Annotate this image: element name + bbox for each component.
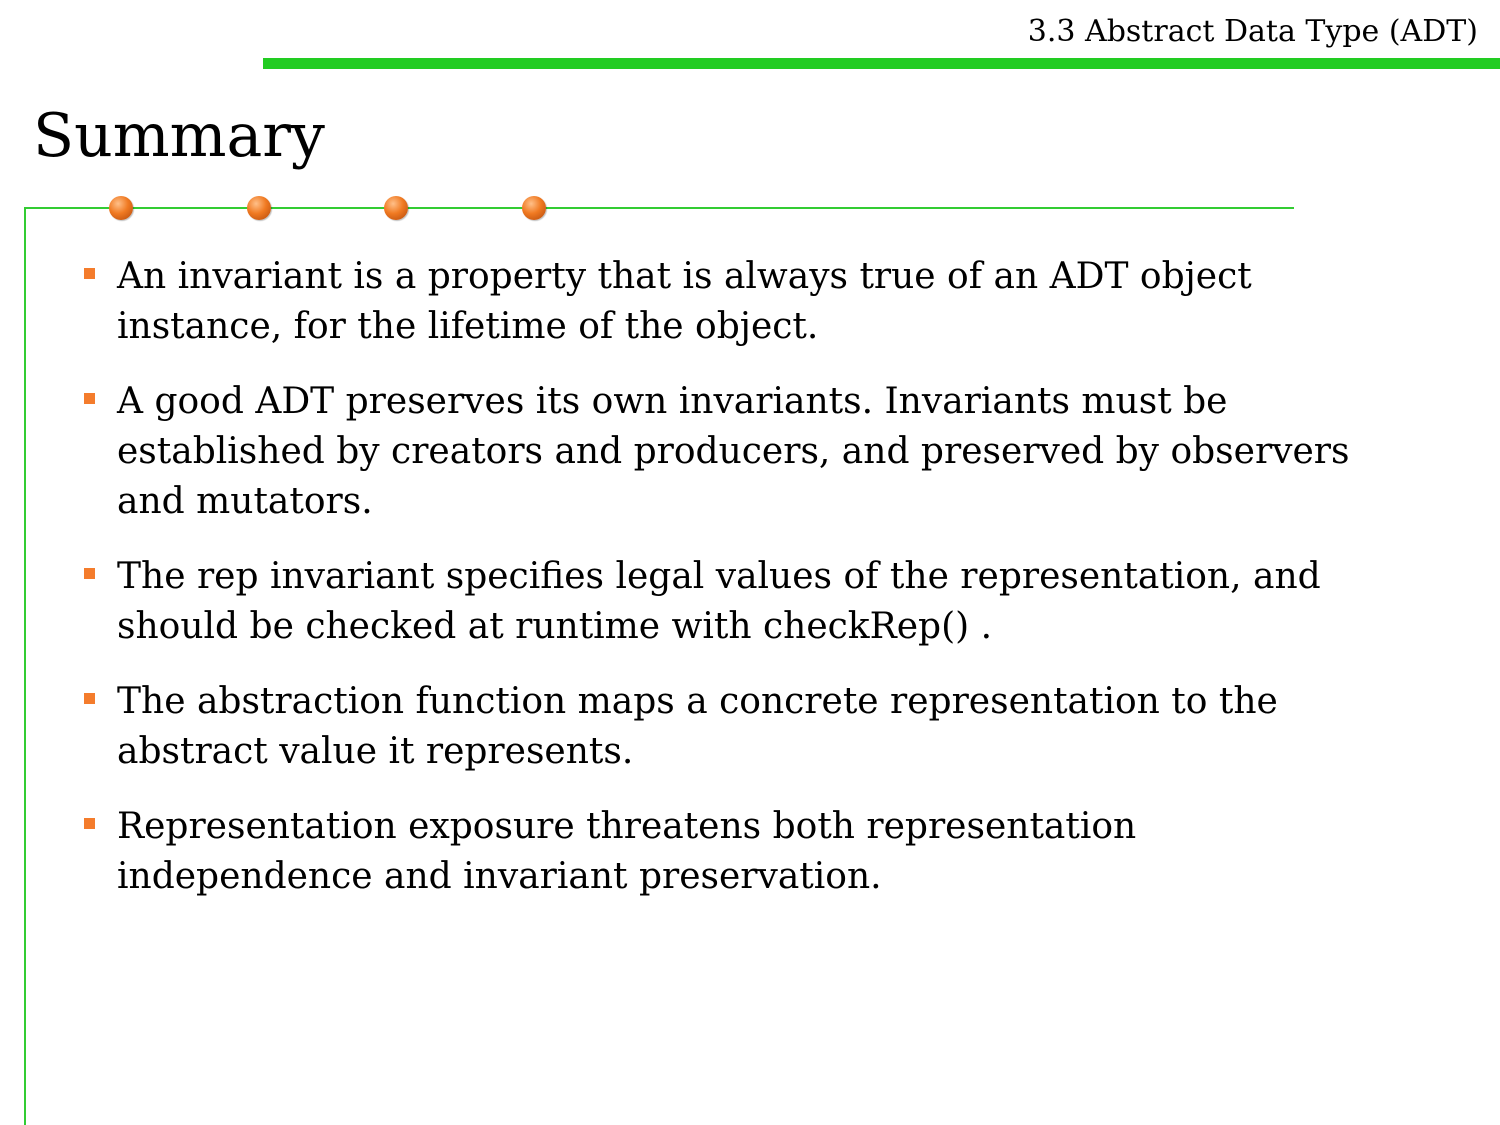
bullet-line: The rep invariant specifies legal values… xyxy=(117,556,1321,597)
bullet-line: abstract value it represents. xyxy=(117,731,634,772)
bullet-item: The rep invariant specifies legal values… xyxy=(82,552,1382,652)
bullet-square-icon xyxy=(84,568,95,579)
frame-left-line xyxy=(24,207,26,1125)
bullet-line: Representation exposure threatens both r… xyxy=(117,806,1137,847)
section-title: 3.3 Abstract Data Type (ADT) xyxy=(1027,14,1478,49)
bullet-item: A good ADT preserves its own invariants.… xyxy=(82,377,1382,527)
bullet-item: The abstraction function maps a concrete… xyxy=(82,677,1382,777)
decorative-dot-1 xyxy=(109,196,133,220)
bullet-square-icon xyxy=(84,268,95,279)
bullet-item: Representation exposure threatens both r… xyxy=(82,802,1382,902)
bullet-line: A good ADT preserves its own invariants.… xyxy=(117,381,1228,422)
bullet-line: independence and invariant preservation. xyxy=(117,856,882,897)
decorative-dot-4 xyxy=(522,196,546,220)
decorative-dot-2 xyxy=(247,196,271,220)
decorative-dot-3 xyxy=(384,196,408,220)
bullet-square-icon xyxy=(84,393,95,404)
bullet-line: instance, for the lifetime of the object… xyxy=(117,306,819,347)
page-title: Summary xyxy=(33,101,325,171)
bullet-list: An invariant is a property that is alway… xyxy=(82,252,1382,927)
bullet-square-icon xyxy=(84,693,95,704)
bullet-line: An invariant is a property that is alway… xyxy=(117,256,1252,297)
bullet-line: established by creators and producers, a… xyxy=(117,431,1350,472)
bullet-item: An invariant is a property that is alway… xyxy=(82,252,1382,352)
frame-top-line xyxy=(24,207,1294,209)
bullet-line: and mutators. xyxy=(117,481,373,522)
bullet-line: should be checked at runtime with checkR… xyxy=(117,606,993,647)
bullet-square-icon xyxy=(84,818,95,829)
header-rule xyxy=(263,58,1500,69)
bullet-line: The abstraction function maps a concrete… xyxy=(117,681,1278,722)
